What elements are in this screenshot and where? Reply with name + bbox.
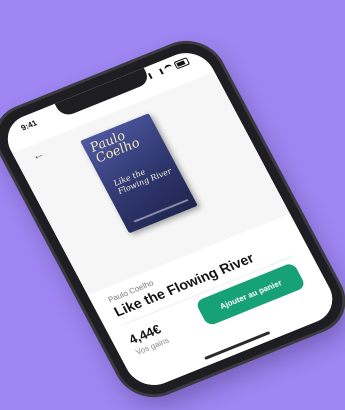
phone-frame: 9:41 ← Paulo Coelho Like the Flowing Riv… xyxy=(0,33,345,405)
book-cover-title: Like the Flowing River xyxy=(112,166,174,196)
status-icons xyxy=(147,57,191,80)
signal-icon xyxy=(147,68,164,80)
phone-screen: 9:41 ← Paulo Coelho Like the Flowing Riv… xyxy=(0,44,342,394)
status-time: 9:41 xyxy=(19,118,39,133)
battery-icon xyxy=(173,57,191,70)
scene: 9:41 ← Paulo Coelho Like the Flowing Riv… xyxy=(0,0,345,410)
wifi-icon xyxy=(163,63,175,74)
